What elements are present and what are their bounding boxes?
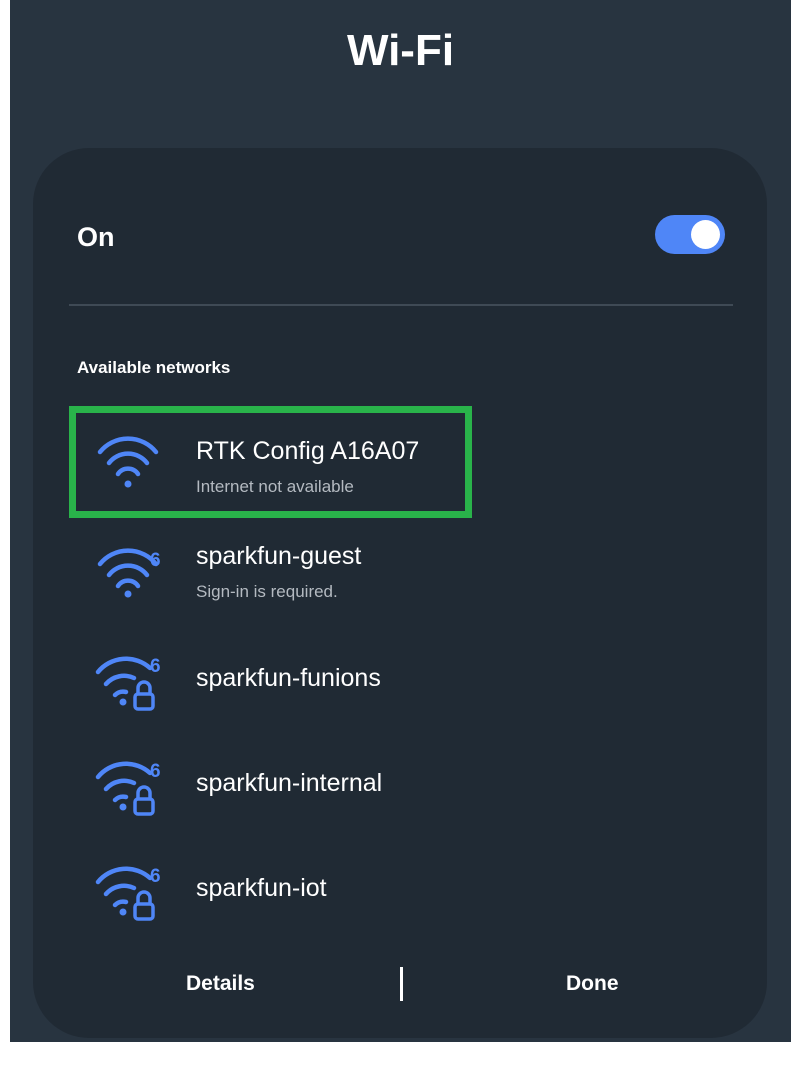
network-name: sparkfun-guest — [196, 542, 362, 570]
network-item-sparkfun-funions[interactable]: 6 sparkfun-funions — [74, 646, 734, 746]
svg-text:6: 6 — [150, 656, 161, 677]
details-button[interactable]: Details — [186, 972, 255, 996]
wifi-6-lock-icon: 6 — [95, 656, 161, 711]
svg-text:6: 6 — [150, 761, 161, 782]
network-name: sparkfun-iot — [196, 874, 327, 902]
network-item-sparkfun-iot[interactable]: 6 sparkfun-iot — [74, 856, 734, 956]
network-name: sparkfun-internal — [196, 769, 383, 797]
wifi-6-lock-icon: 6 — [95, 866, 161, 921]
network-item-sparkfun-internal[interactable]: 6 sparkfun-internal — [74, 751, 734, 851]
network-status: Sign-in is required. — [196, 582, 338, 601]
wifi-6-lock-icon: 6 — [95, 761, 161, 816]
wifi-toggle-switch[interactable] — [655, 215, 725, 254]
wifi-toggle-label: On — [77, 222, 115, 252]
highlight-box — [69, 406, 472, 518]
network-name: sparkfun-funions — [196, 664, 381, 692]
footer-divider — [400, 967, 403, 1001]
svg-text:6: 6 — [150, 866, 161, 887]
wifi-6-icon: 6 — [97, 548, 161, 598]
done-button[interactable]: Done — [566, 972, 619, 996]
page-title: Wi-Fi — [346, 26, 455, 75]
svg-text:6: 6 — [150, 550, 161, 571]
toggle-knob — [691, 220, 720, 249]
divider — [69, 304, 733, 306]
network-item-sparkfun-guest[interactable]: 6 sparkfun-guest Sign-in is required. — [74, 530, 734, 630]
available-networks-heading: Available networks — [77, 358, 231, 377]
